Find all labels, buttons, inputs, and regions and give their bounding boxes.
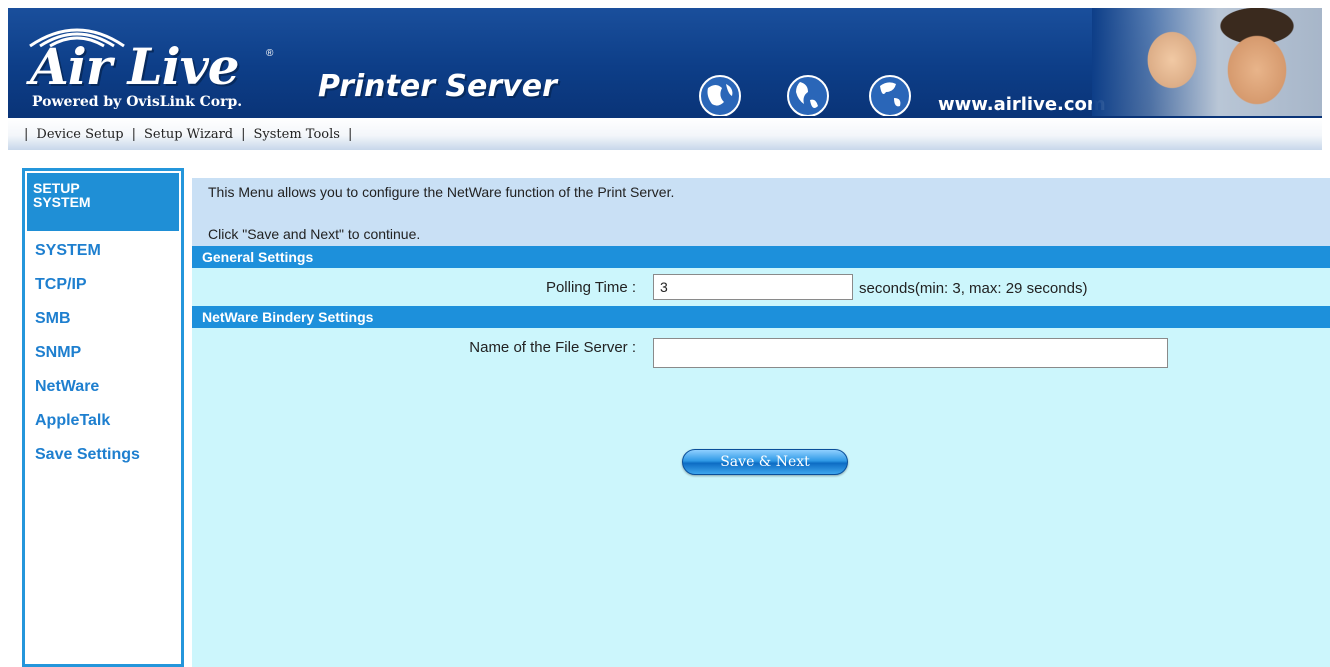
sidebar-item-smb[interactable]: SMB [25,309,181,343]
file-server-input[interactable] [653,338,1168,368]
nav-separator: | [131,127,137,142]
sidebar-header-line1: SETUP [33,180,80,196]
polling-time-unit: seconds(min: 3, max: 29 seconds) [859,280,1088,297]
sidebar: SETUP SYSTEM SYSTEM TCP/IP SMB SNMP NetW… [22,168,184,667]
main-content: This Menu allows you to configure the Ne… [192,178,1330,667]
sidebar-item-appletalk[interactable]: AppleTalk [25,411,181,445]
sidebar-item-system[interactable]: SYSTEM [25,241,181,275]
airlive-logo: Air Live [30,37,240,96]
website-url: www.airlive.com [938,94,1106,115]
globe-icon [869,75,911,116]
sidebar-header-line2: SYSTEM [33,194,91,210]
polling-time-row: Polling Time : seconds(min: 3, max: 29 s… [192,268,1330,306]
bindery-settings-header: NetWare Bindery Settings [192,306,1330,328]
top-navigation: | Device Setup | Setup Wizard | System Tools | [8,116,1322,150]
header-banner: Air Live ® Powered by OvisLink Corp. Pri… [8,8,1322,116]
sidebar-item-snmp[interactable]: SNMP [25,343,181,377]
family-photo [1092,8,1322,116]
product-title: Printer Server [318,69,557,104]
file-server-label: Name of the File Server : [469,339,636,356]
globe-icon [787,75,829,116]
nav-separator: | [347,127,353,142]
logo-subtitle: Powered by OvisLink Corp. [32,94,243,110]
polling-time-input[interactable] [653,274,853,300]
sidebar-header: SETUP SYSTEM [27,173,179,231]
nav-setup-wizard[interactable]: Setup Wizard [144,127,233,142]
save-next-button[interactable]: Save & Next [682,449,848,475]
intro-instruction: Click "Save and Next" to continue. [208,226,421,242]
sidebar-item-save-settings[interactable]: Save Settings [25,445,181,479]
globe-icon [699,75,741,116]
registered-mark: ® [266,48,274,59]
general-settings-header: General Settings [192,246,1330,268]
nav-system-tools[interactable]: System Tools [254,127,340,142]
sidebar-item-tcpip[interactable]: TCP/IP [25,275,181,309]
sidebar-item-netware[interactable]: NetWare [25,377,181,411]
intro-panel: This Menu allows you to configure the Ne… [192,178,1330,246]
nav-separator: | [24,127,29,142]
polling-time-label: Polling Time : [545,279,636,296]
file-server-row: Name of the File Server : [192,328,1330,378]
nav-device-setup[interactable]: Device Setup [36,127,123,142]
nav-separator: | [241,127,246,142]
intro-description: This Menu allows you to configure the Ne… [208,184,675,200]
